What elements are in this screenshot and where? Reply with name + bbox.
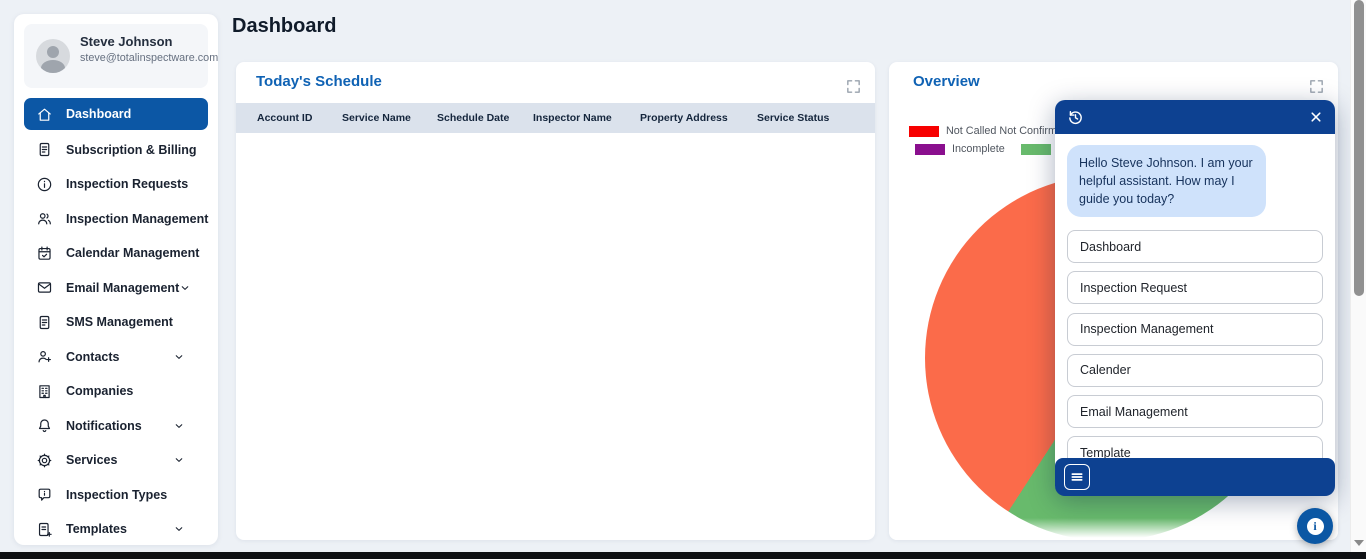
dashboard-page: Steve Johnson steve@totalinspectware.com… [0,0,1366,559]
column-header-account-id: Account ID [257,112,342,124]
hamburger-icon [1070,470,1084,484]
sidebar-item-calendar-management[interactable]: Calendar Management [24,238,208,268]
sidebar-item-label: Companies [66,384,133,398]
column-header-service-status: Service Status [757,112,875,124]
legend-label: Incomplete [952,143,1005,155]
avatar [36,39,70,73]
assistant-header [1055,100,1335,134]
chat-option-calender[interactable]: Calender [1067,354,1323,387]
schedule-panel-title: Today's Schedule [256,73,382,90]
chevron-down-icon [173,454,185,466]
chevron-down-icon [179,282,191,294]
pie-legend-row-1: Not Called Not Confirmed [909,125,1069,137]
chevron-down-icon [173,351,185,363]
column-header-service-name: Service Name [342,112,437,124]
sidebar-item-inspection-management[interactable]: Inspection Management [24,204,208,234]
info-button[interactable]: i [1297,508,1333,544]
sidebar-item-label: Inspection Requests [66,177,188,191]
overview-panel-title: Overview [913,73,980,90]
bell-icon [36,417,53,434]
assistant-panel: Hello Steve Johnson. I am your helpful a… [1055,100,1335,495]
chat-option-dashboard[interactable]: Dashboard [1067,230,1323,263]
chevron-down-icon [173,523,185,535]
close-icon[interactable] [1309,110,1323,124]
sidebar-item-inspection-requests[interactable]: Inspection Requests [24,169,208,199]
expand-icon[interactable] [845,78,862,95]
sidebar-item-dashboard[interactable]: Dashboard [24,98,208,130]
sidebar-item-label: Inspection Management [66,212,208,226]
sidebar-item-notifications[interactable]: Notifications [24,411,208,441]
sidebar-item-label: Services [66,453,117,467]
sidebar-item-label: Notifications [66,419,142,433]
vertical-scrollbar [1350,0,1366,552]
chat-option-email-management[interactable]: Email Management [1067,395,1323,428]
assistant-footer [1055,458,1335,496]
expand-icon[interactable] [1308,78,1325,95]
history-icon[interactable] [1067,109,1084,126]
sidebar-item-label: Templates [66,522,127,536]
legend-label: Not Called Not Confirmed [946,125,1069,137]
document-icon [36,141,53,158]
sidebar-item-inspection-types[interactable]: Inspection Types [24,480,208,510]
users-icon [36,210,53,227]
gear-icon [36,452,53,469]
legend-item-incomplete: Incomplete [915,143,1005,155]
sidebar-nav: Dashboard Subscription & Billing Inspectio… [24,98,208,549]
sidebar-item-label: SMS Management [66,315,173,329]
user-email: steve@totalinspectware.com [80,51,222,66]
sidebar-item-label: Email Management [66,281,179,295]
user-plus-icon [36,348,53,365]
document-plus-icon [36,521,53,538]
sidebar-item-label: Subscription & Billing [66,143,197,157]
chevron-down-icon [173,420,185,432]
todays-schedule-panel: Today's Schedule Account IDService NameS… [236,62,875,540]
calendar-check-icon [36,245,53,262]
home-icon [36,106,53,123]
scrollbar-down-arrow[interactable] [1354,540,1364,546]
pie-legend-row-2: IncompleteNo [915,143,1072,155]
sidebar-item-label: Inspection Types [66,488,167,502]
sidebar-item-companies[interactable]: Companies [24,376,208,406]
building-icon [36,383,53,400]
user-name: Steve Johnson [80,34,172,49]
assistant-greeting-bubble: Hello Steve Johnson. I am your helpful a… [1067,145,1266,217]
legend-swatch [915,144,945,155]
sidebar-item-label: Dashboard [66,107,131,121]
sidebar-item-label: Calendar Management [66,246,199,260]
sidebar-item-label: Contacts [66,350,119,364]
user-profile-card: Steve Johnson steve@totalinspectware.com [24,24,208,88]
sidebar-item-contacts[interactable]: Contacts [24,342,208,372]
menu-button[interactable] [1064,464,1090,490]
assistant-options: Dashboard Inspection Request Inspection Ma… [1067,230,1323,478]
chat-option-inspection-request[interactable]: Inspection Request [1067,271,1323,304]
mail-icon [36,279,53,296]
schedule-table-header: Account IDService NameSchedule DateInspe… [236,103,875,133]
chat-bubble-icon [36,486,53,503]
sidebar-item-templates[interactable]: Templates [24,514,208,544]
sidebar-item-email-management[interactable]: Email Management [24,273,208,303]
info-circle-icon [36,176,53,193]
column-header-inspector-name: Inspector Name [533,112,640,124]
page-title: Dashboard [232,15,336,38]
legend-swatch [1021,144,1051,155]
info-icon: i [1307,518,1324,535]
column-header-schedule-date: Schedule Date [437,112,533,124]
chat-option-inspection-management[interactable]: Inspection Management [1067,313,1323,346]
document-icon [36,314,53,331]
bottom-edge-bar [0,552,1366,559]
legend-swatch [909,126,939,137]
legend-item-not-called-not-confirmed: Not Called Not Confirmed [909,125,1069,137]
sidebar: Steve Johnson steve@totalinspectware.com… [14,14,218,545]
sidebar-item-services[interactable]: Services [24,445,208,475]
sidebar-item-sms-management[interactable]: SMS Management [24,307,208,337]
scrollbar-thumb[interactable] [1354,0,1364,296]
column-header-property-address: Property Address [640,112,757,124]
sidebar-item-subscription-billing[interactable]: Subscription & Billing [24,135,208,165]
